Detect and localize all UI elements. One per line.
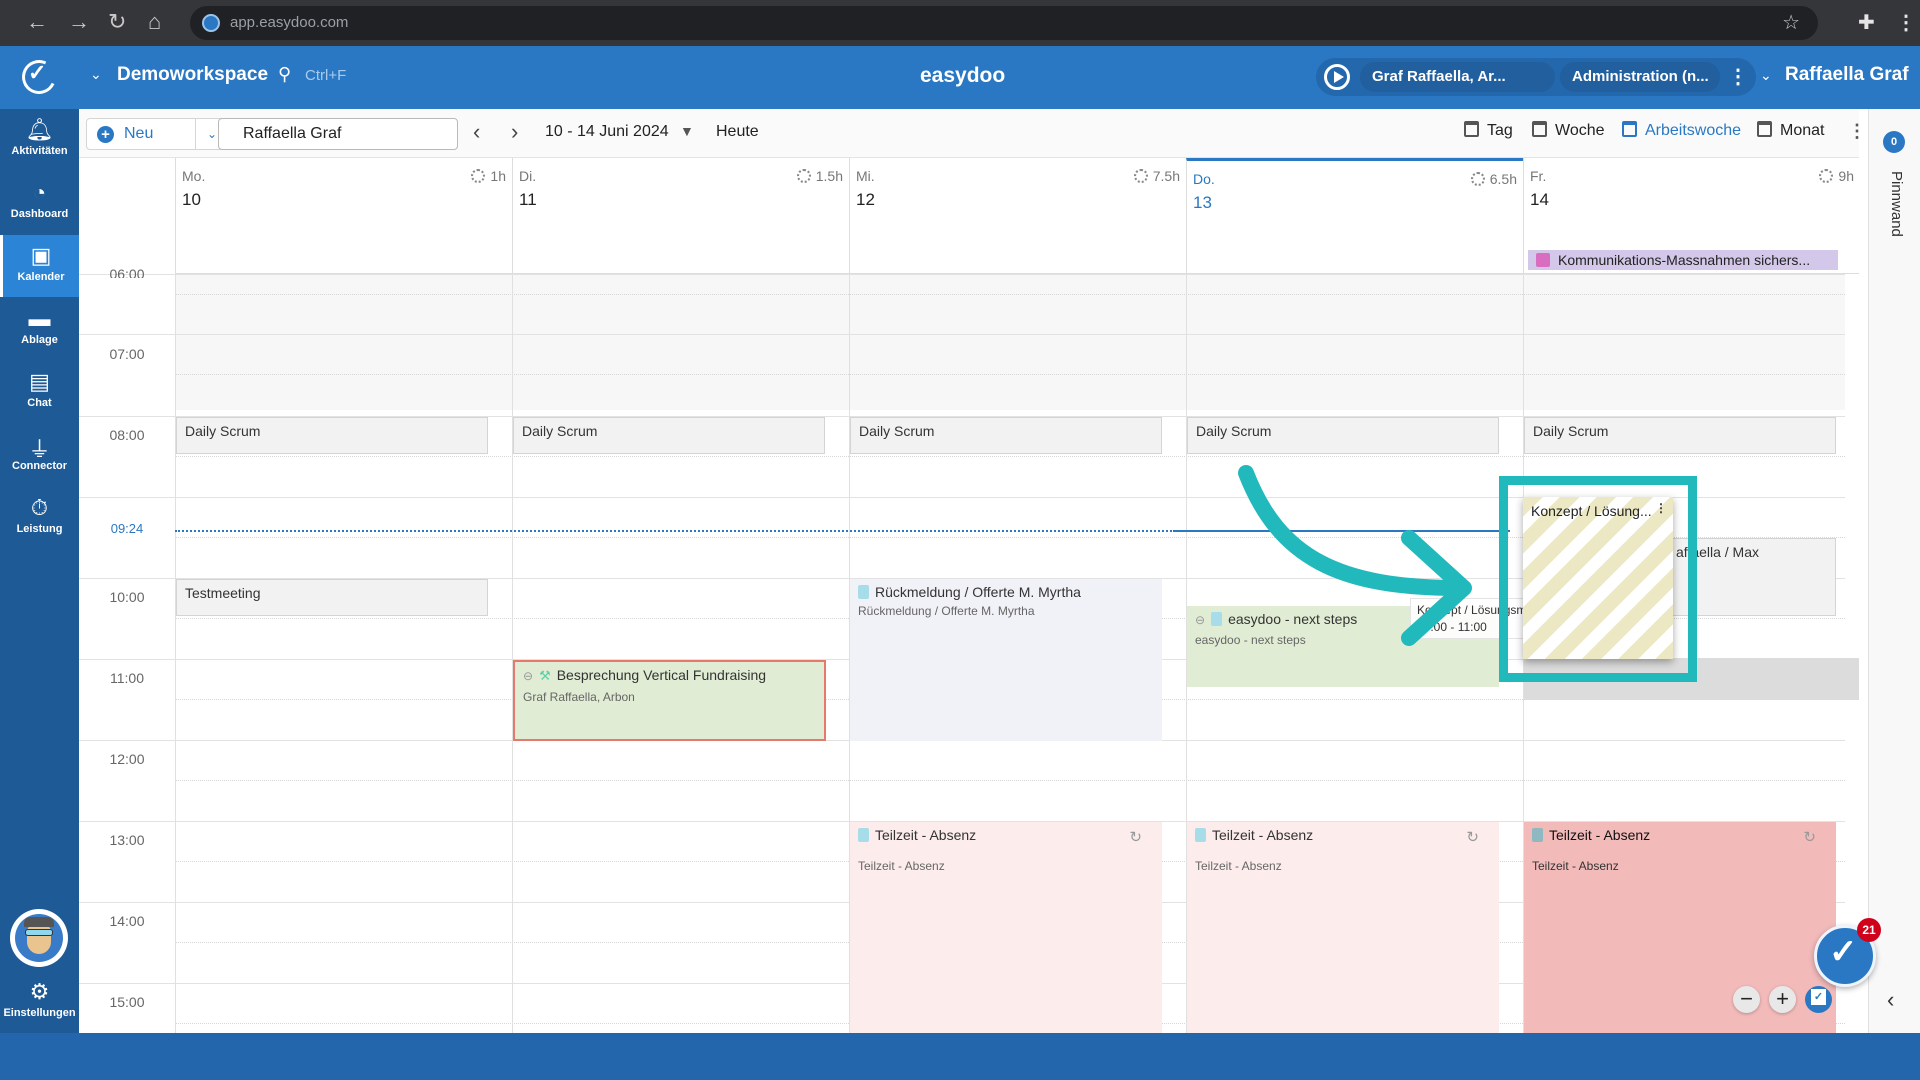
next-week-button[interactable]: › [511, 119, 518, 145]
pinnwand-count-badge: 0 [1883, 131, 1905, 153]
home-icon[interactable]: ⌂ [148, 9, 161, 35]
today-button[interactable]: Heute [716, 123, 759, 141]
app-title: easydoo [920, 64, 1006, 87]
browser-toolbar: ← → ↻ ⌂ app.easydoo.com ☆ ✚ ⋮ [0, 0, 1920, 46]
back-icon[interactable]: ← [26, 9, 48, 35]
calendar-check-button[interactable] [1805, 986, 1832, 1013]
workspace-selector[interactable]: Demoworkspace [117, 64, 268, 86]
search-icon[interactable]: ⚲ [278, 64, 291, 85]
chevron-down-icon[interactable]: ⌄ [90, 66, 102, 83]
forward-icon[interactable]: → [68, 9, 90, 35]
view-tag-button[interactable]: Tag [1464, 121, 1513, 140]
reload-icon[interactable]: ↻ [108, 9, 126, 35]
zoom-out-button[interactable]: − [1733, 986, 1760, 1013]
pinnwand-panel[interactable]: 0 Pinnwand ‹ [1868, 109, 1920, 1033]
sidebar-item-aktivitaeten[interactable]: 🔔︎ Aktivitäten [0, 109, 79, 171]
calendar-month-icon [1757, 121, 1772, 137]
bell-icon: 🔔︎ [25, 117, 54, 142]
sidebar-item-connector[interactable]: ⏚ Connector [0, 424, 79, 486]
previous-week-button[interactable]: ‹ [473, 119, 480, 145]
plus-circle-icon: + [97, 126, 114, 143]
view-label: Tag [1487, 122, 1513, 139]
site-favicon-icon [202, 14, 220, 32]
search-shortcut-hint[interactable]: Ctrl+F [305, 67, 346, 84]
check-icon: ✓ [1829, 933, 1858, 971]
calendar-workweek-icon [1622, 121, 1637, 137]
annotation-arrow [1238, 465, 1472, 646]
stopwatch-icon: ⏱ [30, 495, 49, 520]
gear-icon: ⚙ [29, 979, 50, 1004]
zoom-in-button[interactable]: + [1769, 986, 1796, 1013]
calendar-day-icon [1464, 121, 1479, 137]
sidebar: 🔔︎ Aktivitäten ◔ Dashboard ▣ Kalender ▬ … [0, 109, 79, 1033]
view-label: Arbeitswoche [1645, 122, 1742, 139]
sidebar-item-leistung[interactable]: ⏱ Leistung [0, 487, 79, 549]
arrow-curve [1238, 465, 1467, 596]
date-range-label[interactable]: 10 - 14 Juni 2024 [545, 123, 669, 141]
calendar-week-icon [1532, 121, 1547, 137]
view-monat-button[interactable]: Monat [1757, 121, 1824, 140]
new-button[interactable]: + Neu [86, 118, 196, 150]
caret-down-icon[interactable]: ▼ [680, 123, 694, 139]
sidebar-item-dashboard[interactable]: ◔ Dashboard [0, 172, 79, 234]
view-label: Monat [1780, 122, 1825, 139]
view-arbeitswoche-button[interactable]: Arbeitswoche [1622, 121, 1741, 140]
more-vertical-icon[interactable]: ⋮ [1848, 121, 1866, 142]
view-woche-button[interactable]: Woche [1532, 121, 1605, 140]
timer-customer-pill[interactable]: Graf Raffaella, Ar... [1360, 62, 1555, 92]
pinnwand-label[interactable]: Pinnwand [1888, 171, 1905, 237]
bottom-bar [0, 1033, 1920, 1080]
plug-icon: ⏚ [28, 437, 51, 462]
sidebar-item-einstellungen[interactable]: ⚙ Einstellungen [0, 977, 79, 1039]
timer-bar: Graf Raffaella, Ar... Administration (n.… [1316, 58, 1756, 96]
calendar-icon: ▣ [30, 243, 52, 268]
calendar-toolbar: + Neu ⌄ Raffaella Graf ‹ › 10 - 14 Juni … [79, 109, 1866, 158]
view-label: Woche [1555, 122, 1605, 139]
chat-icon: ▤ [29, 369, 50, 394]
timer-activity-pill[interactable]: Administration (n... [1560, 62, 1720, 92]
user-menu[interactable]: Raffaella Graf [1785, 64, 1909, 86]
chevron-down-icon[interactable]: ⌄ [1760, 67, 1772, 84]
sidebar-item-ablage[interactable]: ▬ Ablage [0, 298, 79, 360]
app-header: ✓ ⌄ Demoworkspace ⚲ Ctrl+F easydoo Graf … [0, 46, 1920, 109]
star-icon[interactable]: ☆ [1782, 10, 1800, 35]
sidebar-item-chat[interactable]: ▤ Chat [0, 361, 79, 423]
gauge-icon: ◔ [32, 180, 47, 205]
avatar[interactable] [10, 909, 68, 967]
notification-badge: 21 [1857, 918, 1881, 942]
avatar-glasses [25, 929, 53, 936]
calendar-grid: Mo. 10 1h Di. 11 1.5h Mi. 12 7.5h Do. 13… [79, 158, 1859, 1033]
user-filter-input[interactable]: Raffaella Graf [218, 118, 458, 150]
play-icon[interactable] [1324, 64, 1350, 90]
url-text: app.easydoo.com [230, 14, 349, 31]
browser-menu-icon[interactable]: ⋮ [1896, 10, 1916, 35]
sidebar-item-kalender[interactable]: ▣ Kalender [0, 235, 79, 297]
address-bar[interactable]: app.easydoo.com ☆ [190, 6, 1818, 40]
chevron-left-icon[interactable]: ‹ [1887, 987, 1894, 1013]
more-vertical-icon[interactable]: ⋮ [1728, 64, 1748, 89]
avatar-hair [24, 917, 54, 927]
folder-icon: ▬ [28, 306, 51, 331]
logo-check-icon: ✓ [28, 60, 47, 85]
extensions-icon[interactable]: ✚ [1858, 10, 1875, 35]
tasks-fab-button[interactable]: ✓ 21 [1814, 918, 1881, 987]
